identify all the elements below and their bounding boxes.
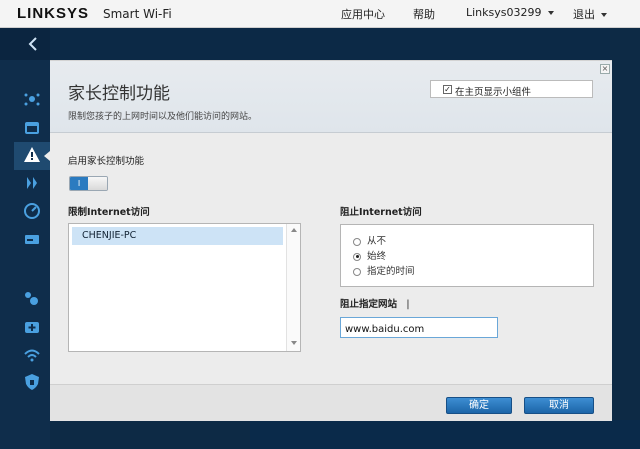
- logout-label: 退出: [573, 8, 595, 21]
- chevron-down-icon: [547, 11, 554, 15]
- scroll-up-icon[interactable]: [291, 228, 297, 232]
- sidebar: [0, 28, 50, 449]
- block-sites-cursor: |: [406, 299, 410, 310]
- back-button[interactable]: [0, 28, 50, 60]
- radio-always[interactable]: 始终: [353, 248, 386, 262]
- calendar-icon[interactable]: [23, 118, 41, 136]
- radio-icon: [353, 267, 361, 276]
- nav-router-menu[interactable]: Linksys03299: [466, 6, 554, 19]
- list-scrollbar[interactable]: [286, 224, 300, 351]
- block-internet-options: 从不 始终 指定的时间: [340, 224, 594, 287]
- page-title: 家长控制功能: [68, 84, 170, 104]
- toggle-on-state: I: [70, 177, 88, 190]
- router-name: Linksys03299: [466, 6, 542, 19]
- ok-button[interactable]: 确定: [446, 397, 512, 414]
- close-icon[interactable]: ×: [600, 64, 610, 74]
- blocked-site-input[interactable]: [340, 317, 498, 338]
- nav-app-center[interactable]: 应用中心: [341, 6, 385, 22]
- media-prioritization-icon[interactable]: [23, 174, 41, 192]
- scroll-down-icon[interactable]: [291, 341, 297, 345]
- brand-logo: LINKSYS: [17, 5, 90, 22]
- list-item[interactable]: CHENJIE-PC: [72, 227, 283, 245]
- dialog-footer: 确定 取消: [50, 384, 612, 421]
- nav-help[interactable]: 帮助: [413, 6, 435, 22]
- block-internet-label: 阻止Internet访问: [340, 207, 422, 218]
- radio-never-label: 从不: [367, 236, 387, 247]
- chevron-left-icon: [28, 37, 37, 51]
- checkmark-icon: ✓: [443, 85, 452, 94]
- radio-never[interactable]: 从不: [353, 233, 386, 247]
- nav-logout[interactable]: 退出: [573, 6, 607, 22]
- block-sites-label: 阻止指定网站 |: [340, 296, 410, 310]
- troubleshooting-icon[interactable]: [23, 318, 41, 336]
- radio-scheduled-label: 指定的时间: [367, 266, 415, 277]
- device-list[interactable]: CHENJIE-PC: [68, 223, 301, 352]
- parental-controls-dialog: × 家长控制功能 限制您孩子的上网时间以及他们能访问的网站。 ✓ 在主页显示小组…: [50, 60, 612, 421]
- show-widget-checkbox[interactable]: ✓ 在主页显示小组件: [430, 80, 593, 98]
- show-widget-label: 在主页显示小组件: [455, 87, 532, 98]
- block-sites-text: 阻止指定网站: [340, 299, 398, 310]
- background-right: [610, 28, 640, 449]
- restrict-devices-label: 限制Internet访问: [68, 207, 150, 218]
- toggle-knob: [88, 177, 107, 190]
- chevron-down-icon: [601, 13, 607, 17]
- background-bottom: [250, 420, 640, 449]
- enable-toggle[interactable]: I: [69, 176, 108, 191]
- speed-test-icon[interactable]: [23, 202, 41, 220]
- radio-selected-icon: [353, 252, 361, 261]
- page-subtitle: 限制您孩子的上网时间以及他们能访问的网站。: [68, 112, 258, 122]
- dialog-header: × 家长控制功能 限制您孩子的上网时间以及他们能访问的网站。 ✓ 在主页显示小组…: [50, 61, 612, 133]
- cancel-button[interactable]: 取消: [524, 397, 594, 414]
- enable-label: 启用家长控制功能: [68, 156, 145, 167]
- radio-always-label: 始终: [367, 251, 387, 262]
- top-bar: LINKSYS Smart Wi-Fi 应用中心 帮助 Linksys03299…: [0, 0, 640, 28]
- external-storage-icon[interactable]: [23, 230, 41, 248]
- security-shield-icon[interactable]: [23, 373, 41, 391]
- wifi-icon[interactable]: [23, 346, 41, 364]
- radio-scheduled[interactable]: 指定的时间: [353, 263, 415, 277]
- network-map-icon[interactable]: [23, 90, 41, 108]
- connectivity-gear-icon[interactable]: [23, 290, 41, 308]
- parental-controls-icon[interactable]: [23, 146, 41, 164]
- product-name: Smart Wi-Fi: [103, 7, 172, 21]
- header-strip: [50, 28, 640, 60]
- radio-icon: [353, 237, 361, 246]
